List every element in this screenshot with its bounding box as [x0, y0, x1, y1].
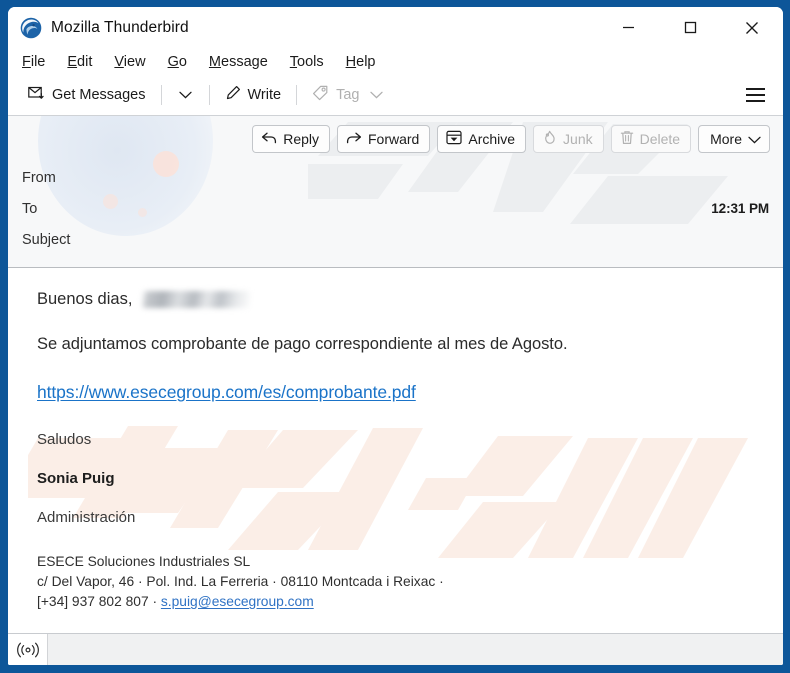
signature-email-link[interactable]: s.puig@esecegroup.com: [161, 594, 314, 609]
header-fields: From To 12:31 PM Subject: [8, 158, 783, 267]
chevron-down-icon: [178, 86, 192, 104]
hamburger-line-3: [746, 99, 765, 102]
write-label: Write: [247, 87, 282, 103]
tag-button[interactable]: Tag: [306, 81, 389, 109]
chevron-down-icon: [748, 131, 761, 147]
phishing-link[interactable]: https://www.esecegroup.com/es/comprobant…: [37, 382, 416, 403]
greeting-text: Buenos dias,: [37, 290, 133, 308]
menu-tools-label: ools: [297, 53, 324, 70]
thunderbird-logo-icon: [20, 17, 42, 39]
menu-tools[interactable]: Tools: [290, 54, 324, 70]
header-row-from: From: [22, 162, 769, 193]
message-action-buttons: Reply Forward Archive Junk Delete More: [8, 116, 783, 158]
hamburger-menu-icon[interactable]: [742, 83, 769, 106]
more-label: More: [710, 131, 742, 147]
window-controls: [597, 7, 783, 48]
signature-block: ESECE Soluciones Industriales SL c/ Del …: [37, 552, 757, 612]
menu-edit-label: dit: [77, 53, 93, 70]
get-messages-button[interactable]: Get Messages: [22, 82, 152, 109]
body-content: Buenos dias, Se adjuntamos comprobante d…: [37, 290, 757, 612]
reply-button[interactable]: Reply: [252, 125, 330, 153]
menu-help-accel: H: [345, 53, 357, 70]
tag-label: Tag: [336, 87, 360, 103]
signature-contact-line: [+34] 937 802 807 · s.puig@esecegroup.co…: [37, 592, 757, 612]
menu-message-accel: M: [208, 53, 222, 70]
maximize-icon[interactable]: [659, 7, 721, 48]
get-messages-label: Get Messages: [52, 87, 146, 103]
envelope-download-icon: [28, 86, 45, 105]
archive-box-icon: [446, 130, 462, 148]
message-header: Reply Forward Archive Junk Delete More F…: [8, 116, 783, 268]
delete-label: Delete: [639, 131, 681, 147]
toolbar-separator-2: [208, 85, 210, 105]
junk-button[interactable]: Junk: [533, 125, 604, 153]
main-toolbar: Get Messages Write Tag: [8, 75, 783, 116]
menu-help[interactable]: Help: [346, 54, 376, 70]
closing-text: Saludos: [37, 431, 92, 448]
signature-phone: [+34] 937 802 807 ·: [37, 594, 161, 609]
header-row-subject: Subject: [22, 224, 769, 255]
titlebar: Mozilla Thunderbird: [8, 7, 783, 48]
menubar: File Edit View Go Message Tools Help: [8, 48, 783, 75]
toolbar-separator-1: [160, 85, 162, 105]
menu-go[interactable]: Go: [168, 54, 187, 70]
sender-role: Administración: [37, 509, 136, 526]
subject-label: Subject: [22, 231, 71, 248]
to-label: To: [22, 200, 38, 217]
archive-button[interactable]: Archive: [437, 125, 527, 153]
message-timestamp: 12:31 PM: [711, 201, 769, 216]
menu-message[interactable]: Message: [209, 54, 268, 70]
sender-name: Sonia Puig: [37, 470, 115, 487]
toolbar-separator-3: [296, 85, 298, 105]
write-button[interactable]: Write: [219, 81, 288, 109]
menu-edit[interactable]: Edit: [67, 54, 92, 70]
delete-button[interactable]: Delete: [610, 125, 692, 153]
menu-message-label: essage: [221, 53, 268, 70]
window-title: Mozilla Thunderbird: [51, 18, 189, 36]
menu-view-label: iew: [123, 53, 146, 70]
signature-address: c/ Del Vapor, 46 · Pol. Ind. La Ferreria…: [37, 574, 444, 589]
junk-label: Junk: [563, 131, 593, 147]
thunderbird-window: Mozilla Thunderbird File Edit View Go Me…: [0, 0, 790, 673]
trash-can-icon: [620, 130, 634, 148]
junk-flame-icon: [542, 130, 557, 148]
redacted-recipient-name: [142, 291, 251, 308]
broadcast-signal-icon[interactable]: [8, 634, 48, 665]
menu-edit-accel: E: [67, 53, 78, 70]
forward-arrow-icon: [346, 131, 362, 148]
menu-view-accel: V: [114, 53, 124, 70]
close-icon[interactable]: [721, 7, 783, 48]
reply-arrow-icon: [261, 131, 277, 148]
menu-help-label: elp: [356, 53, 376, 70]
menu-view[interactable]: View: [114, 54, 145, 70]
tag-icon: [312, 85, 329, 105]
from-label: From: [22, 169, 56, 186]
signature-company: ESECE Soluciones Industriales SL: [37, 554, 251, 569]
menu-go-label: o: [178, 53, 187, 70]
get-messages-dropdown[interactable]: [171, 82, 200, 108]
menu-tools-accel: T: [289, 53, 298, 70]
more-button[interactable]: More: [698, 125, 770, 153]
greeting-line: Buenos dias,: [37, 290, 757, 309]
menu-file-accel: F: [22, 53, 31, 70]
header-row-to: To 12:31 PM: [22, 193, 769, 224]
chevron-down-icon: [370, 87, 384, 103]
minimize-icon[interactable]: [597, 7, 659, 48]
forward-label: Forward: [368, 131, 420, 147]
menu-file-label: ile: [30, 53, 46, 70]
hamburger-line-2: [746, 94, 765, 96]
reply-label: Reply: [283, 131, 319, 147]
statusbar: [8, 633, 783, 665]
body-paragraph: Se adjuntamos comprobante de pago corres…: [37, 335, 568, 353]
window-content: Mozilla Thunderbird File Edit View Go Me…: [8, 7, 783, 665]
message-body: Buenos dias, Se adjuntamos comprobante d…: [8, 268, 783, 633]
hamburger-line-1: [746, 88, 765, 91]
menu-file[interactable]: File: [22, 54, 45, 70]
pencil-icon: [225, 85, 241, 105]
menu-go-accel: G: [167, 53, 179, 70]
forward-button[interactable]: Forward: [337, 125, 431, 153]
archive-label: Archive: [468, 131, 516, 147]
